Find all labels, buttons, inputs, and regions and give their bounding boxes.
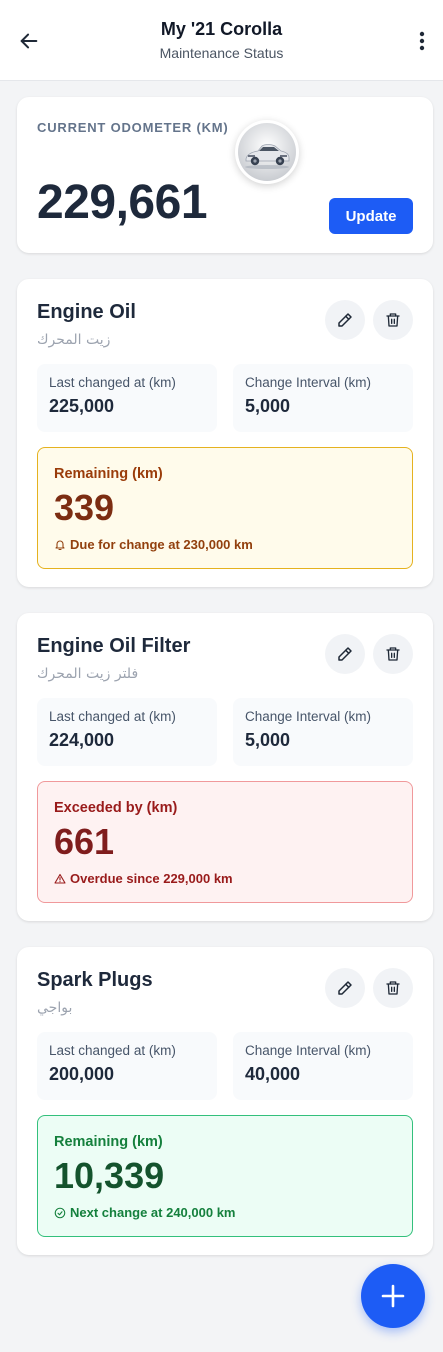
plus-icon [381, 1284, 405, 1308]
status-value: 339 [54, 487, 115, 528]
update-button[interactable]: Update [329, 198, 413, 234]
odometer-value: 229,661 [37, 176, 208, 229]
change-interval-label: Change Interval (km) [245, 709, 372, 724]
status-note-text: Next change at 240,000 km [70, 1205, 236, 1220]
more-vertical-icon [419, 31, 425, 51]
last-changed-label: Last changed at (km) [49, 1043, 176, 1058]
last-changed-label: Last changed at (km) [49, 709, 176, 724]
pencil-icon [338, 981, 352, 995]
last-changed-box: Last changed at (km) 225,000 [37, 364, 217, 432]
last-changed-label: Last changed at (km) [49, 375, 176, 390]
item-subtitle-arabic: زيت المحرك [37, 332, 111, 348]
add-item-button[interactable] [361, 1264, 425, 1328]
edit-button[interactable] [325, 634, 365, 674]
item-title: Spark Plugs [37, 969, 153, 991]
maintenance-card-engine-oil-filter: Engine Oil Filter فلتر زيت المحرك Last c… [17, 613, 433, 921]
status-box: Remaining (km) 339 Due for change at 230… [37, 447, 413, 569]
last-changed-box: Last changed at (km) 224,000 [37, 698, 217, 766]
last-changed-value: 224,000 [49, 730, 115, 750]
edit-button[interactable] [325, 300, 365, 340]
car-avatar [235, 120, 299, 184]
trash-icon [386, 981, 400, 995]
pencil-icon [338, 313, 352, 327]
change-interval-value: 40,000 [245, 1064, 301, 1084]
status-label: Exceeded by (km) [54, 800, 178, 816]
status-value: 661 [54, 821, 115, 862]
delete-button[interactable] [373, 634, 413, 674]
change-interval-label: Change Interval (km) [245, 375, 372, 390]
status-box: Exceeded by (km) 661 Overdue since 229,0… [37, 781, 413, 903]
trash-icon [386, 313, 400, 327]
delete-button[interactable] [373, 300, 413, 340]
status-value: 10,339 [54, 1155, 165, 1196]
status-note-text: Overdue since 229,000 km [70, 871, 233, 886]
change-interval-box: Change Interval (km) 5,000 [233, 364, 413, 432]
car-image [238, 123, 296, 181]
page-title: My '21 Corolla [160, 19, 283, 39]
bell-icon [55, 539, 65, 550]
change-interval-value: 5,000 [245, 730, 291, 750]
item-title: Engine Oil Filter [37, 635, 191, 657]
page-subtitle: Maintenance Status [159, 45, 284, 61]
maintenance-card-engine-oil: Engine Oil زيت المحرك Last changed at (k… [17, 279, 433, 587]
item-subtitle-arabic: بواجي [37, 1000, 73, 1016]
pencil-icon [338, 647, 352, 661]
odometer-card: CURRENT ODOMETER (KM) 229,661 Update [17, 97, 433, 253]
edit-button[interactable] [325, 968, 365, 1008]
change-interval-box: Change Interval (km) 5,000 [233, 698, 413, 766]
more-options-button[interactable] [413, 26, 431, 56]
change-interval-box: Change Interval (km) 40,000 [233, 1032, 413, 1100]
item-subtitle-arabic: فلتر زيت المحرك [37, 666, 139, 682]
change-interval-value: 5,000 [245, 396, 291, 416]
change-interval-label: Change Interval (km) [245, 1043, 372, 1058]
status-label: Remaining (km) [54, 466, 163, 482]
alert-triangle-icon [54, 873, 66, 884]
status-note: Next change at 240,000 km [54, 1205, 235, 1220]
last-changed-box: Last changed at (km) 200,000 [37, 1032, 217, 1100]
status-box: Remaining (km) 10,339 Next change at 240… [37, 1115, 413, 1237]
check-circle-icon [54, 1207, 66, 1218]
delete-button[interactable] [373, 968, 413, 1008]
status-note: Due for change at 230,000 km [54, 537, 253, 552]
odometer-label: CURRENT ODOMETER (KM) [37, 120, 229, 135]
last-changed-value: 225,000 [49, 396, 115, 416]
status-note-text: Due for change at 230,000 km [70, 537, 253, 552]
status-label: Remaining (km) [54, 1134, 163, 1150]
status-note: Overdue since 229,000 km [54, 871, 233, 886]
last-changed-value: 200,000 [49, 1064, 115, 1084]
app-bar: My '21 Corolla Maintenance Status [0, 0, 443, 81]
maintenance-card-spark-plugs: Spark Plugs بواجي Last changed at (km) 2… [17, 947, 433, 1255]
item-title: Engine Oil [37, 301, 136, 323]
trash-icon [386, 647, 400, 661]
